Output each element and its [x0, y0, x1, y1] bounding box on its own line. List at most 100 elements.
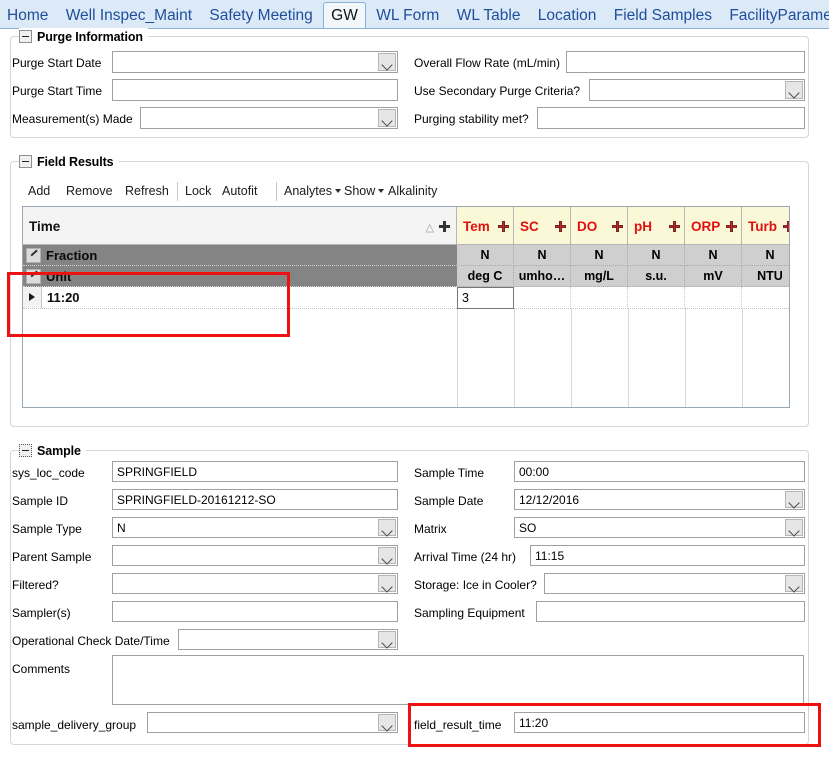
- pin-icon[interactable]: [612, 221, 623, 232]
- collapse-icon[interactable]: [19, 444, 32, 457]
- grid-cell-fraction-0[interactable]: N: [457, 245, 514, 266]
- alkalinity-button[interactable]: Alkalinity: [388, 182, 437, 200]
- sample-id-input[interactable]: SPRINGFIELD-20161212-SO: [112, 489, 398, 510]
- comments-textarea[interactable]: [112, 655, 804, 705]
- chevron-down-icon[interactable]: [378, 575, 396, 592]
- purge-start-time-input[interactable]: [112, 79, 398, 101]
- grid-cell-unit-5[interactable]: NTU: [742, 266, 790, 287]
- sample-time-input[interactable]: 00:00: [514, 461, 805, 482]
- samplers-input[interactable]: [112, 601, 398, 622]
- grid-row-time-cell[interactable]: 11:20: [23, 287, 457, 309]
- chevron-down-icon[interactable]: [378, 53, 396, 71]
- edit-pencil-icon[interactable]: [26, 269, 41, 284]
- grid-cell-value-5[interactable]: [742, 287, 790, 309]
- grid-cell-unit-4[interactable]: mV: [685, 266, 742, 287]
- main-tab-bar[interactable]: Home Well Inspec_Maint Safety Meeting GW…: [0, 0, 829, 29]
- sort-indicator-icon[interactable]: △: [426, 221, 434, 234]
- grid-row-unit[interactable]: Unit deg C umho… mg/L s.u. mV NTU: [23, 266, 789, 287]
- sample-date-combo[interactable]: 12/12/2016: [514, 489, 805, 510]
- analyte-name-4: ORP: [691, 219, 720, 234]
- tab-facility-parameters[interactable]: FacilityParame: [722, 2, 829, 29]
- chevron-down-icon[interactable]: [785, 81, 803, 99]
- filtered-combo[interactable]: [112, 573, 398, 594]
- grid-cell-unit-2[interactable]: mg/L: [571, 266, 628, 287]
- chevron-down-icon[interactable]: [378, 547, 396, 564]
- chevron-down-icon[interactable]: [785, 491, 803, 508]
- sys-loc-code-input[interactable]: SPRINGFIELD: [112, 461, 398, 482]
- grid-cell-fraction-2[interactable]: N: [571, 245, 628, 266]
- tab-well-inspec-maint[interactable]: Well Inspec_Maint: [59, 2, 199, 29]
- grid-cell-value-1[interactable]: [514, 287, 571, 309]
- field-results-grid[interactable]: Time △ Tem SC DO pH ORP: [22, 206, 790, 408]
- use-secondary-purge-criteria-combo[interactable]: [589, 79, 805, 101]
- purge-start-date-combo[interactable]: [112, 51, 398, 73]
- grid-column-header-time[interactable]: Time △: [23, 207, 457, 245]
- grid-cell-fraction-1[interactable]: N: [514, 245, 571, 266]
- operational-check-date-time-combo[interactable]: [178, 629, 398, 650]
- grid-column-header-analyte-5[interactable]: Turb: [742, 207, 790, 245]
- grid-data-row[interactable]: 11:20 3: [23, 287, 789, 309]
- tab-location[interactable]: Location: [531, 2, 604, 29]
- chevron-down-icon[interactable]: [378, 714, 396, 731]
- pin-icon[interactable]: [669, 221, 680, 232]
- chevron-down-icon[interactable]: [378, 519, 396, 536]
- chevron-down-icon[interactable]: [378, 109, 396, 127]
- grid-column-header-analyte-1[interactable]: SC: [514, 207, 571, 245]
- add-button[interactable]: Add: [28, 182, 50, 200]
- purging-stability-met-input[interactable]: [537, 107, 805, 129]
- chevron-down-icon[interactable]: [785, 519, 803, 536]
- grid-column-header-analyte-3[interactable]: pH: [628, 207, 685, 245]
- storage-ice-in-cooler-combo[interactable]: [544, 573, 805, 594]
- show-menu[interactable]: Show: [344, 182, 384, 200]
- tab-gw[interactable]: GW: [323, 2, 366, 29]
- grid-cell-value-4[interactable]: [685, 287, 742, 309]
- tab-field-samples[interactable]: Field Samples: [607, 2, 719, 29]
- collapse-icon[interactable]: [19, 155, 32, 168]
- chevron-down-icon[interactable]: [378, 631, 396, 648]
- pin-icon[interactable]: [555, 221, 566, 232]
- pin-icon[interactable]: [726, 221, 737, 232]
- measurements-made-combo[interactable]: [140, 107, 398, 129]
- sampling-equipment-input[interactable]: [536, 601, 805, 622]
- matrix-combo[interactable]: SO: [514, 517, 805, 538]
- sample-type-combo[interactable]: N: [112, 517, 398, 538]
- pin-icon[interactable]: [439, 221, 450, 232]
- label-use-secondary-purge-criteria: Use Secondary Purge Criteria?: [414, 84, 580, 98]
- tab-safety-meeting[interactable]: Safety Meeting: [202, 2, 319, 29]
- tab-wl-form[interactable]: WL Form: [369, 2, 446, 29]
- grid-cell-value-3[interactable]: [628, 287, 685, 309]
- row-selector-icon[interactable]: [23, 287, 42, 308]
- arrival-time-input[interactable]: 11:15: [530, 545, 805, 566]
- grid-cell-value-0[interactable]: 3: [457, 287, 514, 309]
- grid-empty-area[interactable]: [23, 309, 789, 407]
- grid-cell-unit-0[interactable]: deg C: [457, 266, 514, 287]
- sample-delivery-group-combo[interactable]: [147, 712, 398, 733]
- edit-pencil-icon[interactable]: [26, 248, 41, 263]
- tab-wl-table[interactable]: WL Table: [450, 2, 528, 29]
- pin-icon[interactable]: [498, 221, 509, 232]
- grid-cell-fraction-4[interactable]: N: [685, 245, 742, 266]
- grid-cell-fraction-5[interactable]: N: [742, 245, 790, 266]
- lock-button[interactable]: Lock: [185, 182, 211, 200]
- grid-column-header-analyte-0[interactable]: Tem: [457, 207, 514, 245]
- autofit-button[interactable]: Autofit: [222, 182, 257, 200]
- grid-cell-unit-3[interactable]: s.u.: [628, 266, 685, 287]
- parent-sample-combo[interactable]: [112, 545, 398, 566]
- pin-icon[interactable]: [783, 221, 790, 232]
- collapse-icon[interactable]: [19, 30, 32, 43]
- grid-cell-unit-1[interactable]: umho…: [514, 266, 571, 287]
- refresh-button[interactable]: Refresh: [125, 182, 169, 200]
- grid-rowheader-unit[interactable]: Unit: [23, 266, 457, 287]
- tab-home[interactable]: Home: [0, 2, 55, 29]
- grid-column-header-analyte-2[interactable]: DO: [571, 207, 628, 245]
- chevron-down-icon[interactable]: [785, 575, 803, 592]
- grid-row-fraction[interactable]: Fraction N N N N N N: [23, 245, 789, 266]
- overall-flow-rate-input[interactable]: [566, 51, 805, 73]
- grid-column-header-analyte-4[interactable]: ORP: [685, 207, 742, 245]
- grid-cell-fraction-3[interactable]: N: [628, 245, 685, 266]
- field-result-time-input[interactable]: 11:20: [514, 712, 805, 733]
- analytes-menu[interactable]: Analytes: [284, 182, 341, 200]
- remove-button[interactable]: Remove: [66, 182, 113, 200]
- grid-cell-value-2[interactable]: [571, 287, 628, 309]
- grid-rowheader-fraction[interactable]: Fraction: [23, 245, 457, 266]
